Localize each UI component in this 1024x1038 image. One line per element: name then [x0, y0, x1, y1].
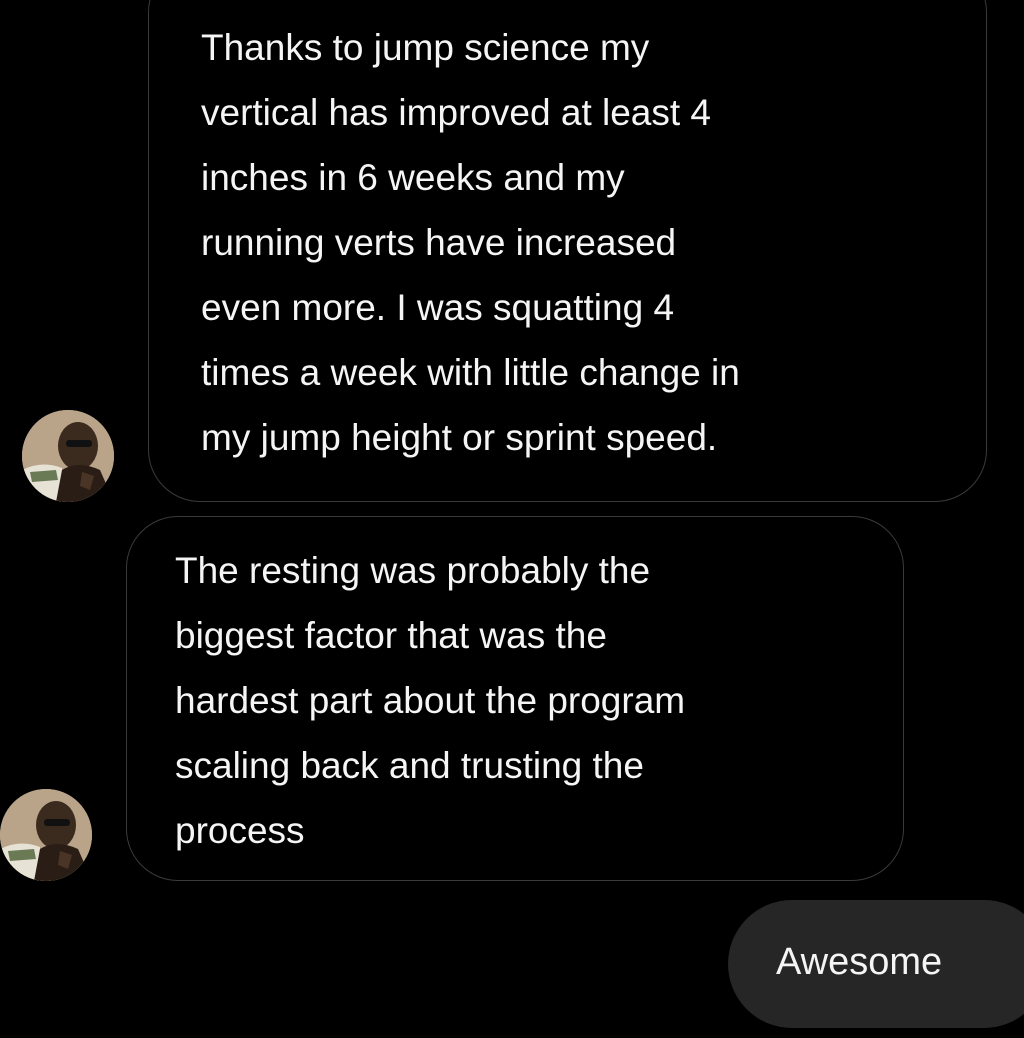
- message-text-line: hardest part about the program: [175, 680, 686, 721]
- message-text-line: Thanks to jump science my: [201, 27, 650, 68]
- sender-avatar[interactable]: [22, 410, 114, 502]
- message-text-line: running verts have increased: [201, 222, 677, 263]
- message-text-line: The resting was probably the: [175, 550, 651, 591]
- sender-avatar[interactable]: [0, 789, 92, 881]
- message-text-line: inches in 6 weeks and my: [201, 157, 625, 198]
- user-photo-avatar-icon: [0, 789, 92, 881]
- message-text-line: process: [175, 810, 305, 851]
- message-text-line: times a week with little change in: [201, 352, 740, 393]
- incoming-message-bubble[interactable]: Thanks to jump science my vertical has i…: [148, 0, 987, 502]
- user-photo-avatar-icon: [22, 410, 114, 502]
- message-text-line: even more. I was squatting 4: [201, 287, 675, 328]
- message-text-line: my jump height or sprint speed.: [201, 417, 718, 458]
- message-text-line: biggest factor that was the: [175, 615, 607, 656]
- message-text-line: scaling back and trusting the: [175, 745, 644, 786]
- message-thread: Thanks to jump science my vertical has i…: [0, 0, 1024, 1038]
- outgoing-message-bubble[interactable]: Awesome: [728, 900, 1024, 1028]
- message-text-line: vertical has improved at least 4: [201, 92, 712, 133]
- message-text: Awesome: [776, 941, 943, 983]
- incoming-message-bubble[interactable]: The resting was probably the biggest fac…: [126, 516, 904, 881]
